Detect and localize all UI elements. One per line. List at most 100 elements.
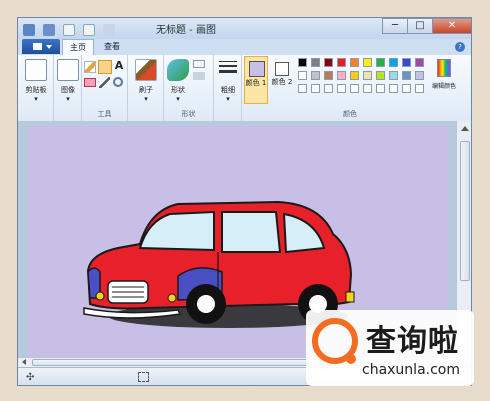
palette-swatch[interactable]	[389, 84, 398, 93]
image-icon[interactable]	[57, 59, 79, 81]
save-icon[interactable]	[43, 24, 56, 36]
palette-swatch[interactable]	[363, 71, 372, 80]
customize-toolbar-icon[interactable]	[103, 24, 116, 36]
palette-swatch[interactable]	[389, 71, 398, 80]
palette-swatch[interactable]	[298, 58, 307, 67]
color2-label: 颜色 2	[271, 78, 293, 86]
palette-swatch[interactable]	[311, 58, 320, 67]
palette-swatch[interactable]	[311, 71, 320, 80]
size-line-thick	[219, 70, 237, 73]
text-tool-icon[interactable]: A	[113, 59, 125, 72]
color1-label: 颜色 1	[245, 79, 267, 87]
size-dropdown-icon[interactable]: ▾	[224, 95, 232, 103]
pencil-icon[interactable]	[84, 61, 96, 73]
edit-colors-label: 编辑颜色	[431, 83, 456, 90]
palette-swatch[interactable]	[376, 58, 385, 67]
palette-swatch[interactable]	[402, 58, 411, 67]
palette-swatch[interactable]	[376, 71, 385, 80]
watermark-text: 查询啦	[366, 324, 459, 359]
vertical-scroll-thumb[interactable]	[460, 141, 470, 281]
maximize-button[interactable]: □	[407, 18, 433, 34]
image-label[interactable]: 图像	[54, 85, 82, 95]
palette-swatch[interactable]	[311, 84, 320, 93]
palette-swatch[interactable]	[324, 58, 333, 67]
paint-menu-button[interactable]	[22, 39, 60, 54]
undo-icon[interactable]	[63, 24, 76, 36]
color2-selector[interactable]: 颜色 2	[271, 56, 293, 104]
palette-swatch[interactable]	[337, 58, 346, 67]
watermark: 查询啦 chaxunla.com	[306, 310, 474, 386]
palette-swatch[interactable]	[376, 84, 385, 93]
help-icon[interactable]: ?	[455, 42, 465, 52]
palette-swatch[interactable]	[402, 71, 411, 80]
palette-swatch[interactable]	[363, 58, 372, 67]
size-line-thin	[219, 61, 237, 62]
palette-swatch[interactable]	[415, 84, 424, 93]
palette-swatch[interactable]	[298, 84, 307, 93]
cursor-position-icon: ✣	[26, 372, 35, 383]
shapes-label[interactable]: 形状	[164, 85, 192, 95]
car-middle-window	[221, 211, 282, 253]
palette-swatch[interactable]	[350, 58, 359, 67]
palette-swatch[interactable]	[363, 84, 372, 93]
shapes-dropdown-icon[interactable]: ▾	[174, 95, 182, 103]
fill-shape-icon[interactable]	[193, 72, 205, 80]
shapes-icon[interactable]	[167, 59, 189, 81]
clipboard-label[interactable]: 剪贴板	[18, 85, 54, 95]
eraser-icon[interactable]	[84, 78, 96, 87]
palette-swatch[interactable]	[415, 71, 424, 80]
size-icon[interactable]	[219, 61, 237, 75]
color1-selector[interactable]: 颜色 1	[244, 56, 268, 104]
palette-swatch[interactable]	[402, 84, 411, 93]
scroll-up-icon[interactable]	[461, 126, 469, 131]
window-title: 无标题 - 画图	[156, 25, 216, 36]
size-group: 粗细 ▾	[214, 55, 242, 121]
color-picker-icon[interactable]	[99, 77, 110, 88]
palette-swatch[interactable]	[350, 84, 359, 93]
clipboard-dropdown-icon[interactable]: ▾	[32, 95, 40, 103]
tab-home[interactable]: 主页	[62, 39, 94, 55]
tools-group: A 工具	[82, 55, 128, 121]
color1-swatch	[249, 61, 265, 77]
app-menu-icon[interactable]	[23, 24, 35, 36]
tab-view[interactable]: 查看	[96, 39, 128, 55]
palette-swatch[interactable]	[350, 71, 359, 80]
close-button[interactable]: ✕	[432, 18, 471, 34]
fill-icon[interactable]	[98, 60, 112, 74]
front-wheel-hub	[195, 293, 217, 315]
colors-group: 颜色 1 颜色 2 编辑颜色 颜色	[242, 55, 458, 121]
palette-swatch[interactable]	[324, 71, 333, 80]
shapes-group-label: 形状	[181, 110, 196, 118]
chevron-down-icon	[46, 45, 52, 49]
palette-swatch[interactable]	[389, 58, 398, 67]
watermark-subtext: chaxunla.com	[362, 362, 460, 378]
clipboard-icon[interactable]	[25, 59, 47, 81]
brushes-group: 刷子 ▾	[128, 55, 164, 121]
watermark-logo-dot	[346, 354, 356, 364]
size-label[interactable]: 粗细	[214, 85, 242, 95]
color-palette	[298, 58, 430, 98]
ribbon-tabs: 主页 查看 ?	[18, 39, 471, 55]
outline-icon[interactable]	[193, 60, 205, 68]
colors-group-label: 颜色	[343, 110, 357, 118]
image-group: 图像 ▾	[54, 55, 82, 121]
edit-colors-button[interactable]: 编辑颜色	[430, 57, 458, 105]
redo-icon[interactable]	[83, 24, 96, 36]
ribbon: 剪贴板 ▾ 图像 ▾ A 工具 刷子 ▾ 形状 ▾ 形状 粗细 ▾ 颜色 1 颜…	[18, 55, 471, 122]
minimize-button[interactable]: ─	[382, 18, 408, 34]
palette-swatch[interactable]	[337, 84, 346, 93]
brush-icon[interactable]	[135, 59, 157, 81]
brushes-dropdown-icon[interactable]: ▾	[142, 95, 150, 103]
shapes-group: 形状 ▾ 形状	[164, 55, 214, 121]
scroll-left-icon[interactable]	[22, 359, 26, 365]
tools-group-label: 工具	[97, 110, 112, 118]
magnifier-icon[interactable]	[113, 77, 123, 87]
car-headlight	[95, 291, 105, 301]
brushes-label[interactable]: 刷子	[128, 85, 164, 95]
palette-swatch[interactable]	[324, 84, 333, 93]
image-dropdown-icon[interactable]: ▾	[64, 95, 72, 103]
selection-size-icon	[138, 372, 149, 382]
palette-swatch[interactable]	[415, 58, 424, 67]
palette-swatch[interactable]	[337, 71, 346, 80]
palette-swatch[interactable]	[298, 71, 307, 80]
